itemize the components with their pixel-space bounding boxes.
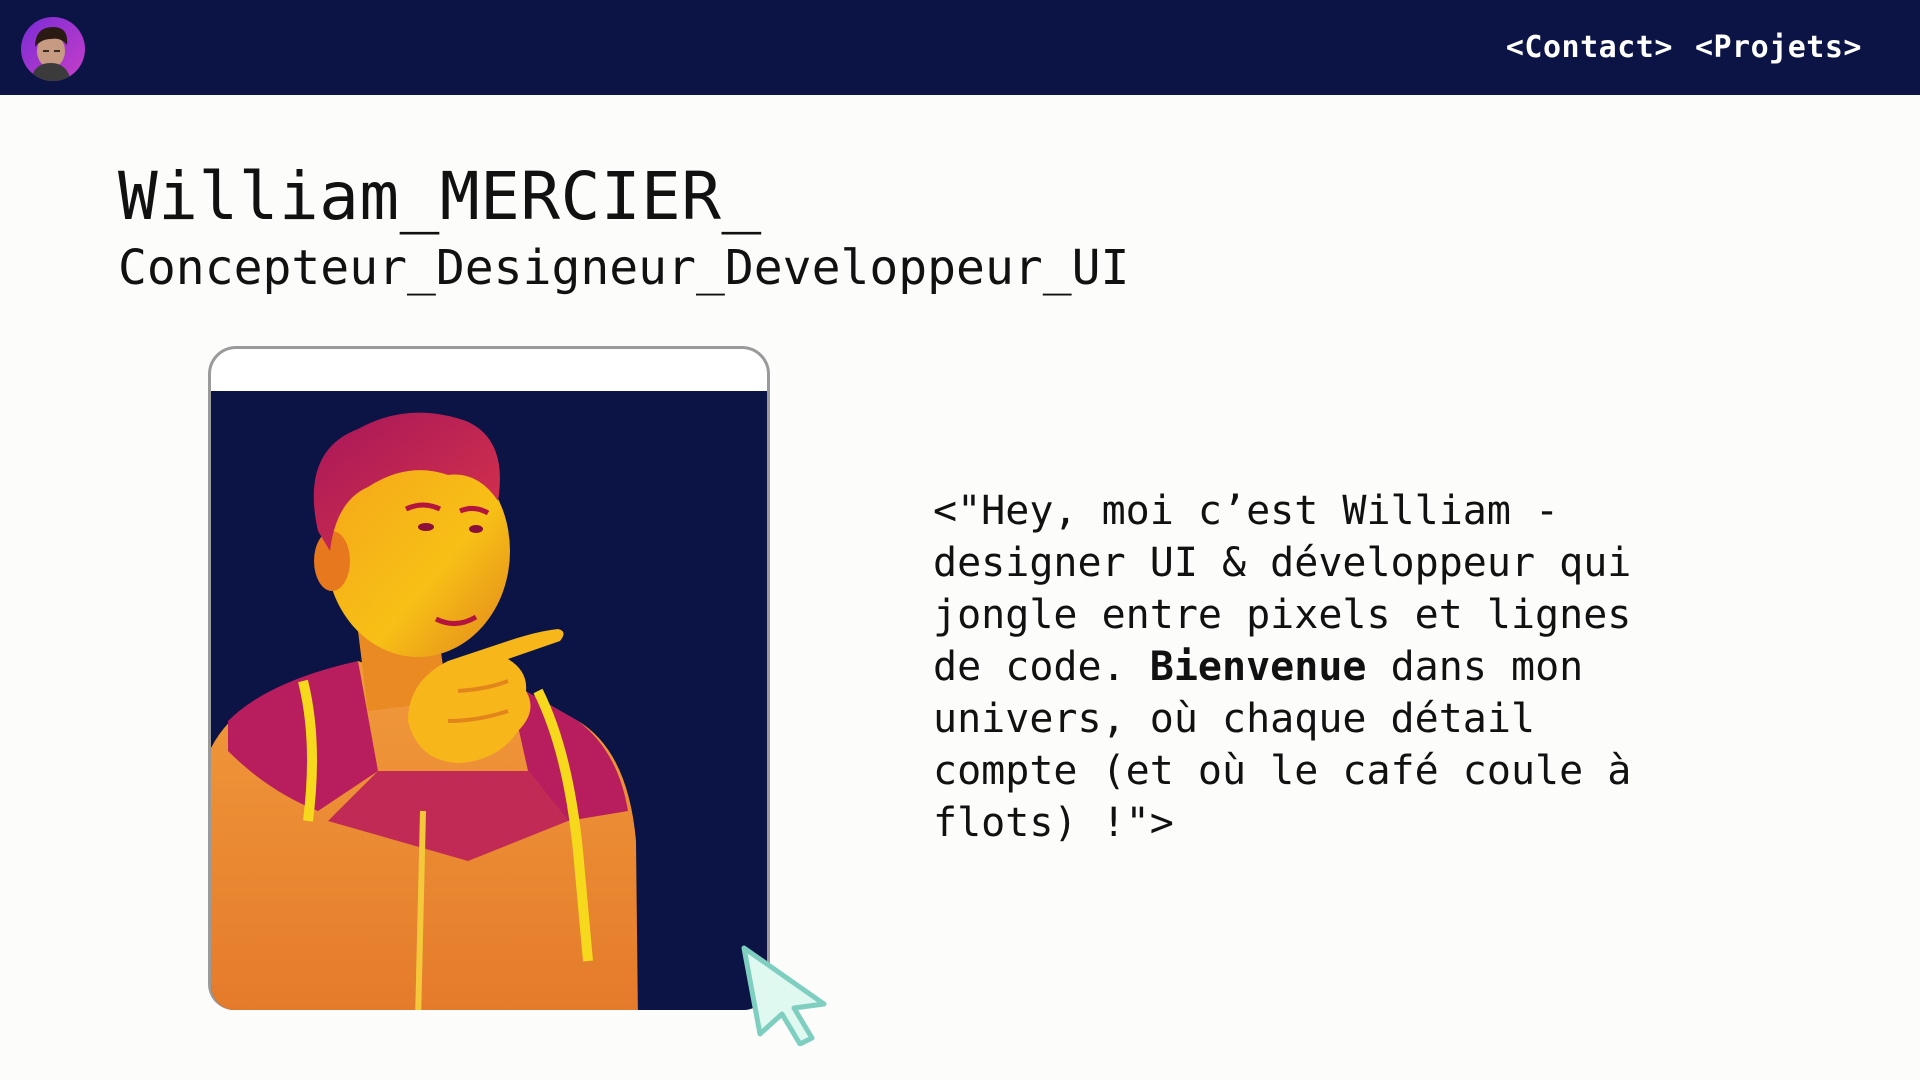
profile-photo-illustration — [211, 412, 638, 1010]
page-subtitle: Concepteur_Designeur_Developpeur_UI — [118, 240, 1130, 296]
avatar[interactable] — [21, 17, 85, 81]
avatar-image — [21, 17, 85, 81]
profile-photo-card — [208, 346, 770, 1010]
page-title: William_MERCIER_ — [118, 158, 762, 235]
intro-text: <"Hey, moi c’est William - designer UI &… — [933, 485, 1733, 849]
intro-text-emphasis: Bienvenue — [1149, 644, 1367, 690]
cursor-arrow-icon — [741, 945, 827, 1046]
top-navigation-bar: <Contact> <Projets> — [0, 0, 1920, 95]
profile-photo — [211, 391, 767, 1010]
main-nav: <Contact> <Projets> — [1506, 30, 1862, 65]
nav-link-projets[interactable]: <Projets> — [1695, 30, 1862, 65]
nav-link-contact[interactable]: <Contact> — [1506, 30, 1673, 65]
